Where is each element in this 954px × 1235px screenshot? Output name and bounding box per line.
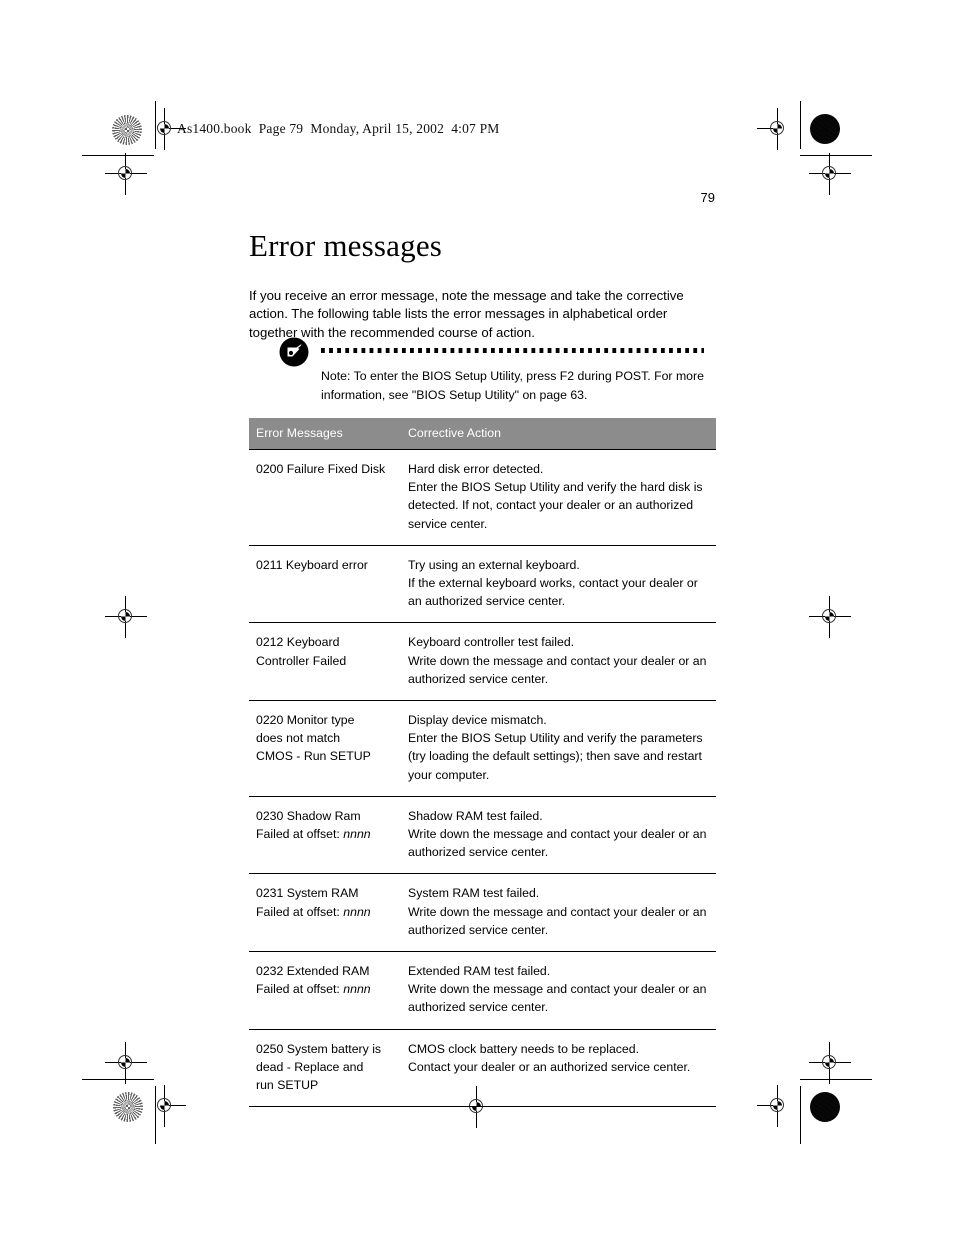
registration-mark-mid-right <box>809 596 851 638</box>
page-title: Error messages <box>249 228 443 263</box>
column-header-corrective-action: Corrective Action <box>398 418 716 450</box>
crop-rule-bottom-left-vertical <box>155 1086 156 1144</box>
table-header-row: Error Messages Corrective Action <box>249 418 716 450</box>
table-row: 0230 Shadow Ram Failed at offset: nnnn S… <box>249 796 716 875</box>
table-row: 0200 Failure Fixed Disk Hard disk error … <box>249 449 716 546</box>
cell-error-message: 0220 Monitor type does not match CMOS - … <box>249 700 398 797</box>
error-messages-table: Error Messages Corrective Action 0200 Fa… <box>249 418 716 1108</box>
registration-mark-top-right <box>757 108 791 150</box>
table-body: 0200 Failure Fixed Disk Hard disk error … <box>249 449 716 1108</box>
table-row: 0220 Monitor type does not match CMOS - … <box>249 700 716 797</box>
table-row: 0232 Extended RAM Failed at offset: nnnn… <box>249 951 716 1030</box>
note-dotted-rule <box>321 348 704 353</box>
cell-corrective-action: Extended RAM test failed. Write down the… <box>398 951 716 1030</box>
cell-error-message: 0200 Failure Fixed Disk <box>249 449 398 546</box>
crop-rule-lower-left-horizontal <box>82 1079 154 1080</box>
intro-paragraph: If you receive an error message, note th… <box>249 288 684 340</box>
registration-mark-lower-right <box>809 1042 851 1084</box>
cell-corrective-action: Display device mismatch. Enter the BIOS … <box>398 700 716 797</box>
note-text: Note: To enter the BIOS Setup Utility, p… <box>321 369 704 402</box>
cell-corrective-action: System RAM test failed. Write down the m… <box>398 873 716 953</box>
cell-corrective-action: Try using an external keyboard. If the e… <box>398 545 716 624</box>
cell-error-message: 0231 System RAM Failed at offset: nnnn <box>249 873 398 953</box>
density-target-top-right <box>810 114 840 144</box>
registration-mark-bottom-right <box>757 1085 791 1127</box>
crop-rule-bottom-right-vertical <box>800 1086 801 1144</box>
registration-mark-top-left <box>152 108 186 150</box>
registration-mark-upper-left <box>105 153 147 195</box>
cell-corrective-action: Shadow RAM test failed. Write down the m… <box>398 796 716 875</box>
print-slug-line: As1400.book Page 79 Monday, April 15, 20… <box>177 121 500 136</box>
cell-corrective-action: CMOS clock battery needs to be replaced.… <box>398 1029 716 1108</box>
cell-corrective-action: Hard disk error detected. Enter the BIOS… <box>398 449 716 546</box>
cell-error-message: 0230 Shadow Ram Failed at offset: nnnn <box>249 796 398 875</box>
cell-error-message: 0212 Keyboard Controller Failed <box>249 622 398 702</box>
registration-mark-upper-right <box>809 153 851 195</box>
table-row: 0212 Keyboard Controller Failed Keyboard… <box>249 622 716 702</box>
table-row: 0231 System RAM Failed at offset: nnnn S… <box>249 873 716 953</box>
page-number: 79 <box>700 190 715 205</box>
cell-error-message: 0211 Keyboard error <box>249 545 398 624</box>
crop-rule-upper-left-horizontal <box>82 155 154 156</box>
registration-mark-bottom-left <box>152 1085 186 1127</box>
cell-corrective-action: Keyboard controller test failed. Write d… <box>398 622 716 702</box>
table-row: 0250 System battery is dead - Replace an… <box>249 1029 716 1108</box>
cell-error-message: 0250 System battery is dead - Replace an… <box>249 1029 398 1108</box>
crop-rule-top-right-vertical <box>800 101 801 149</box>
column-header-error-messages: Error Messages <box>249 418 398 450</box>
registration-mark-mid-left <box>105 596 147 638</box>
density-target-bottom-right <box>810 1092 840 1122</box>
cell-error-message: 0232 Extended RAM Failed at offset: nnnn <box>249 951 398 1030</box>
halftone-star-target-top-left <box>112 115 142 145</box>
note-pencil-icon <box>278 336 310 368</box>
crop-rule-upper-right-horizontal <box>800 155 872 156</box>
crop-rule-top-left-vertical <box>155 101 156 149</box>
registration-mark-lower-left <box>105 1042 147 1084</box>
crop-rule-lower-right-horizontal <box>800 1079 872 1080</box>
halftone-star-target-bottom-left <box>113 1092 143 1122</box>
table-row: 0211 Keyboard error Try using an externa… <box>249 545 716 624</box>
